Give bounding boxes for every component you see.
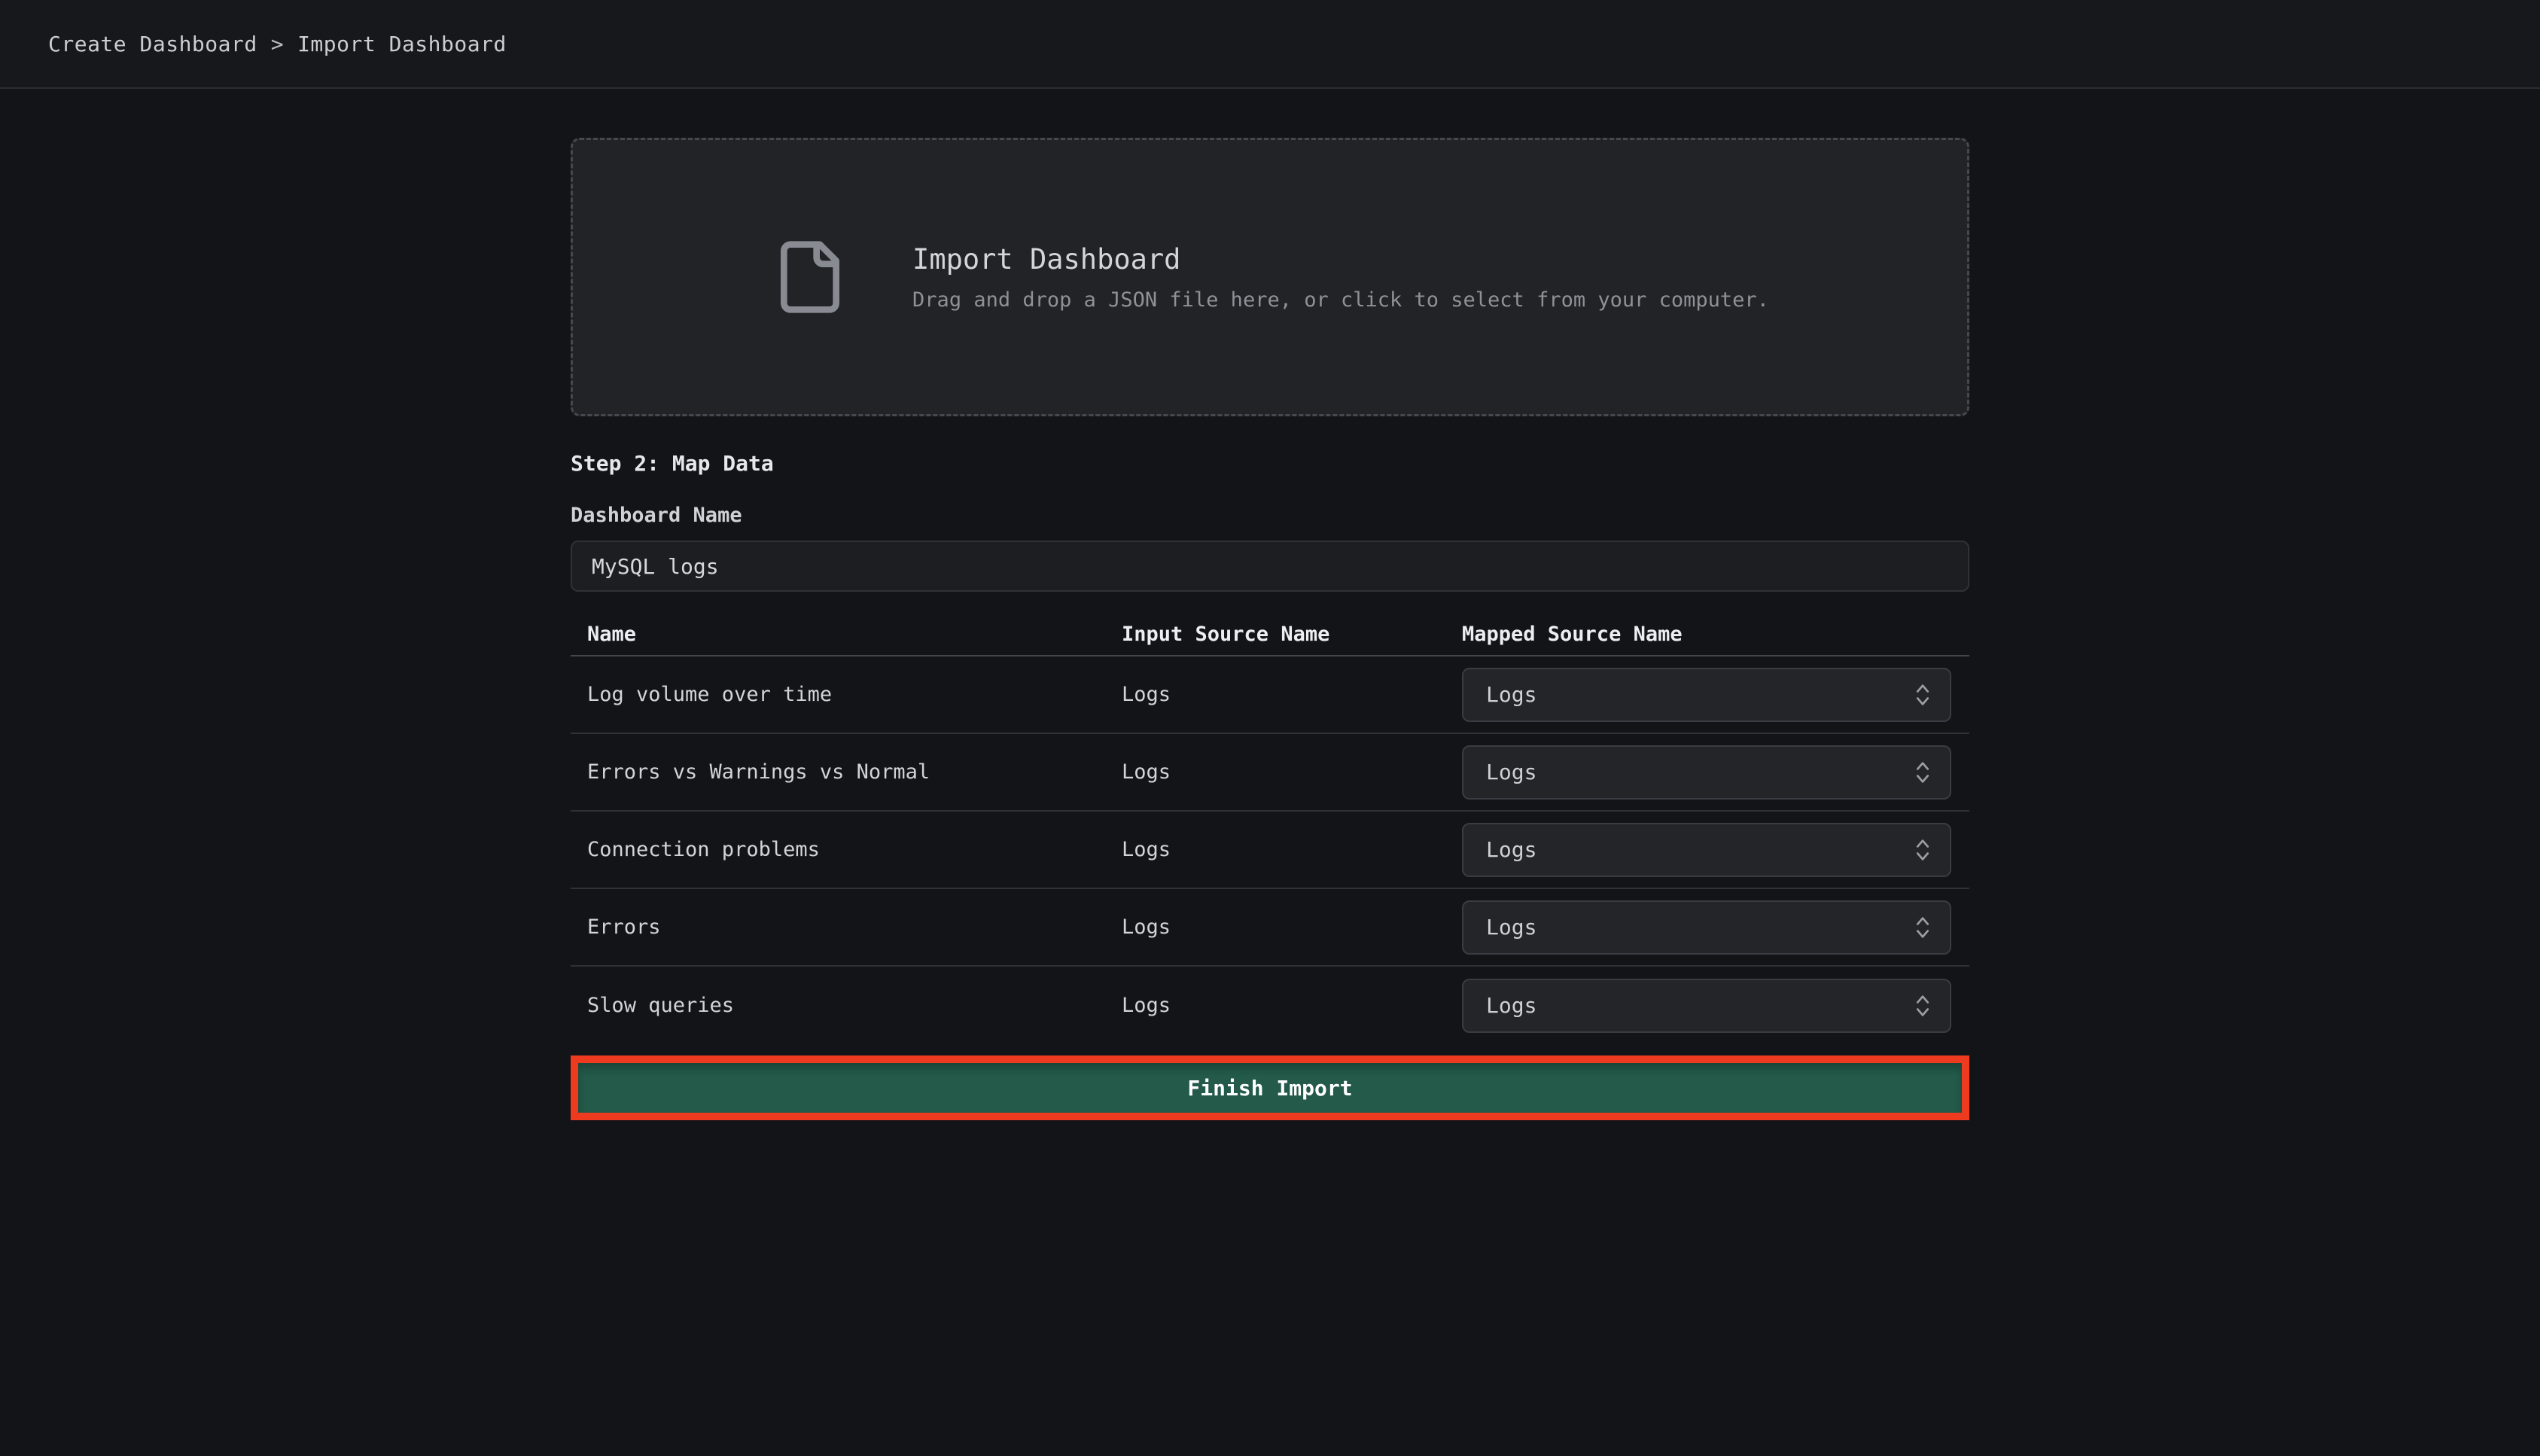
row-input-source: Logs (1122, 838, 1462, 861)
header-name: Name (587, 623, 1122, 646)
dropzone-title: Import Dashboard (912, 243, 1769, 276)
dropzone-subtitle: Drag and drop a JSON file here, or click… (912, 288, 1769, 312)
breadcrumb-create-dashboard[interactable]: Create Dashboard (48, 32, 257, 56)
dashboard-name-input[interactable] (571, 541, 1969, 592)
mapped-source-select-value: Logs (1486, 915, 1536, 940)
row-input-source: Logs (1122, 915, 1462, 939)
mapped-source-select[interactable]: Logs (1462, 668, 1951, 722)
table-row: Slow queries Logs Logs (571, 967, 1969, 1044)
file-icon (771, 238, 849, 316)
mapped-source-select[interactable]: Logs (1462, 900, 1951, 955)
table-row: Log volume over time Logs Logs (571, 656, 1969, 734)
table-header-row: Name Input Source Name Mapped Source Nam… (571, 613, 1969, 656)
row-name: Slow queries (587, 994, 1122, 1017)
row-input-source: Logs (1122, 994, 1462, 1017)
breadcrumb: Create Dashboard > Import Dashboard (48, 32, 507, 56)
step-heading: Step 2: Map Data (571, 451, 1969, 476)
mapped-source-select-value: Logs (1486, 993, 1536, 1018)
header-mapped-source-name: Mapped Source Name (1462, 623, 1969, 646)
header-input-source-name: Input Source Name (1122, 623, 1462, 646)
finish-import-button[interactable]: Finish Import (578, 1063, 1962, 1113)
chevron-up-down-icon (1912, 681, 1933, 708)
top-bar: Create Dashboard > Import Dashboard (0, 0, 2540, 89)
dropzone-text: Import Dashboard Drag and drop a JSON fi… (912, 243, 1769, 312)
main-content: Import Dashboard Drag and drop a JSON fi… (571, 89, 1969, 1120)
dashboard-name-label: Dashboard Name (571, 504, 1969, 527)
mapping-table: Name Input Source Name Mapped Source Nam… (571, 613, 1969, 1044)
chevron-up-down-icon (1912, 759, 1933, 786)
row-input-source: Logs (1122, 683, 1462, 706)
row-name: Errors (587, 915, 1122, 939)
row-name: Connection problems (587, 838, 1122, 861)
row-name: Errors vs Warnings vs Normal (587, 760, 1122, 784)
mapped-source-select-value: Logs (1486, 682, 1536, 707)
mapped-source-select[interactable]: Logs (1462, 823, 1951, 877)
breadcrumb-import-dashboard: Import Dashboard (297, 32, 507, 56)
chevron-up-down-icon (1912, 836, 1933, 864)
table-row: Connection problems Logs Logs (571, 812, 1969, 889)
mapped-source-select[interactable]: Logs (1462, 979, 1951, 1033)
row-name: Log volume over time (587, 683, 1122, 706)
chevron-up-down-icon (1912, 914, 1933, 941)
table-row: Errors vs Warnings vs Normal Logs Logs (571, 734, 1969, 812)
mapped-source-select[interactable]: Logs (1462, 745, 1951, 800)
row-input-source: Logs (1122, 760, 1462, 784)
mapped-source-select-value: Logs (1486, 837, 1536, 862)
table-body: Log volume over time Logs Logs Errors vs… (571, 656, 1969, 1044)
mapped-source-select-value: Logs (1486, 760, 1536, 784)
breadcrumb-separator: > (271, 32, 284, 56)
table-row: Errors Logs Logs (571, 889, 1969, 967)
finish-import-highlight: Finish Import (571, 1055, 1969, 1120)
chevron-up-down-icon (1912, 992, 1933, 1019)
file-dropzone[interactable]: Import Dashboard Drag and drop a JSON fi… (571, 138, 1969, 416)
